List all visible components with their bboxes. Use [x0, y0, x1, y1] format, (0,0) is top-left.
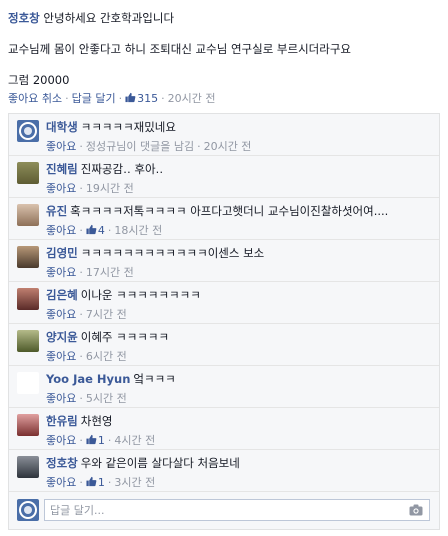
comment-item: 김은혜 이나운 ㅋㅋㅋㅋㅋㅋㅋㅋ 좋아요 · 7시간 전 — [9, 282, 439, 324]
reply-row — [9, 490, 439, 530]
comment-item: 김영민 ㅋㅋㅋㅋㅋㅋㅋㅋㅋㅋㅋㅋ이센스 보소 좋아요 · 17시간 전 — [9, 240, 439, 282]
comment-item: 양지윤 이혜주 ㅋㅋㅋㅋㅋ 좋아요 · 6시간 전 — [9, 324, 439, 366]
comment-like-count-value: 1 — [97, 476, 105, 489]
comment-author[interactable]: 김영민 — [46, 246, 78, 260]
comment-list: 대학생 ㅋㅋㅋㅋㅋ재밌네요 좋아요 · 정성규님이 댓글을 남김 · 20시간 전 진혜림… — [8, 113, 440, 530]
avatar[interactable] — [17, 120, 39, 142]
avatar — [17, 499, 39, 521]
thumbs-up-icon — [86, 224, 97, 235]
comment-like-count-value: 4 — [97, 224, 105, 237]
comment-item: 정호창 우와 같은이름 살다살다 처음보네 좋아요 · 1 · 3시간 전 — [9, 450, 439, 492]
post-text-line3: 그럼 20000 — [8, 73, 70, 87]
comment-reply-note[interactable]: 정성규님이 댓글을 남김 — [86, 140, 194, 153]
post-text-line1: 안녕하세요 간호학과입니다 — [43, 11, 175, 25]
comment-text: 이나운 ㅋㅋㅋㅋㅋㅋㅋㅋ — [80, 288, 201, 302]
avatar[interactable] — [17, 162, 39, 184]
comment-time[interactable]: 18시간 전 — [114, 224, 162, 237]
comment-like-link[interactable]: 좋아요 — [46, 350, 76, 363]
comment-time[interactable]: 4시간 전 — [114, 434, 155, 447]
thumbs-up-icon — [86, 476, 97, 487]
comment-like-count[interactable]: 4 — [86, 224, 105, 237]
comment-author[interactable]: 대학생 — [46, 120, 78, 134]
comment-author[interactable]: Yoo Jae Hyun — [46, 372, 130, 386]
comment-text: 차현영 — [80, 414, 113, 428]
comment-time[interactable]: 3시간 전 — [114, 476, 155, 489]
thumbs-up-icon — [86, 434, 97, 445]
avatar[interactable] — [17, 246, 39, 268]
comment-text: 혹ㅋㅋㅋㅋ저톡ㅋㅋㅋㅋ 아프다고햇더니 교수님이진찰하셧어여.... — [70, 204, 389, 218]
comment-text: ㅋㅋㅋㅋㅋㅋㅋㅋㅋㅋㅋㅋ이센스 보소 — [80, 246, 265, 260]
comment-text: ㅋㅋㅋㅋㅋ재밌네요 — [80, 120, 176, 134]
unlike-link[interactable]: 좋아요 취소 — [8, 92, 62, 105]
like-count-value: 315 — [137, 92, 159, 105]
reply-box — [44, 499, 430, 521]
comment-text: 이혜주 ㅋㅋㅋㅋㅋ — [80, 330, 170, 344]
comment-item: 진혜림 진짜공감‥ 후아‥ 좋아요 · 19시간 전 — [9, 156, 439, 198]
comment-author[interactable]: 한유림 — [46, 414, 78, 428]
comment-text: 엌ㅋㅋㅋ — [133, 372, 176, 386]
like-count[interactable]: 315 — [125, 92, 158, 105]
comment-author[interactable]: 유진 — [46, 204, 67, 218]
thumbs-up-icon — [125, 92, 136, 103]
comment-time[interactable]: 19시간 전 — [86, 182, 134, 195]
comment-author[interactable]: 양지윤 — [46, 330, 78, 344]
comment-like-count[interactable]: 1 — [86, 476, 105, 489]
post-text-line2: 교수님께 몸이 안좋다고 하니 조퇴대신 교수님 연구실로 부르시더라구요 — [8, 42, 351, 56]
comment-author[interactable]: 정호창 — [46, 456, 78, 470]
comment-text: 우와 같은이름 살다살다 처음보네 — [80, 456, 240, 470]
comment-item: 대학생 ㅋㅋㅋㅋㅋ재밌네요 좋아요 · 정성규님이 댓글을 남김 · 20시간 전 — [9, 114, 439, 156]
comment-like-link[interactable]: 좋아요 — [46, 308, 76, 321]
comment-author[interactable]: 김은혜 — [46, 288, 78, 302]
post-actions: 좋아요 취소 · 답글 달기 · 315 · 20시간 전 — [8, 92, 216, 105]
comment-time[interactable]: 17시간 전 — [86, 266, 134, 279]
comment-like-link[interactable]: 좋아요 — [46, 224, 76, 237]
avatar[interactable] — [17, 456, 39, 478]
university-logo-icon — [19, 122, 37, 140]
comment-like-link[interactable]: 좋아요 — [46, 140, 76, 153]
avatar[interactable] — [17, 414, 39, 436]
avatar[interactable] — [17, 204, 39, 226]
comment-time[interactable]: 5시간 전 — [86, 392, 127, 405]
avatar[interactable] — [17, 372, 39, 394]
comment-item: 한유림 차현영 좋아요 · 1 · 4시간 전 — [9, 408, 439, 450]
post-time[interactable]: 20시간 전 — [168, 92, 216, 105]
comment-time[interactable]: 20시간 전 — [204, 140, 252, 153]
post-author[interactable]: 정호창 — [8, 11, 40, 25]
comment-like-link[interactable]: 좋아요 — [46, 182, 76, 195]
comment-like-link[interactable]: 좋아요 — [46, 476, 76, 489]
reply-link[interactable]: 답글 달기 — [72, 92, 116, 105]
avatar[interactable] — [17, 330, 39, 352]
post-first-line: 정호창 안녕하세요 간호학과입니다 — [8, 10, 174, 26]
comment-like-link[interactable]: 좋아요 — [46, 266, 76, 279]
camera-icon[interactable] — [409, 504, 423, 516]
comment-text: 진짜공감‥ 후아‥ — [80, 162, 164, 176]
university-logo-icon — [19, 501, 37, 519]
comment-like-count[interactable]: 1 — [86, 434, 105, 447]
comment-like-link[interactable]: 좋아요 — [46, 434, 76, 447]
comment-item: 유진 혹ㅋㅋㅋㅋ저톡ㅋㅋㅋㅋ 아프다고햇더니 교수님이진찰하셧어여.... 좋아요… — [9, 198, 439, 240]
comment-time[interactable]: 6시간 전 — [86, 350, 127, 363]
avatar[interactable] — [17, 288, 39, 310]
comment-item: Yoo Jae Hyun 엌ㅋㅋㅋ 좋아요 · 5시간 전 — [9, 366, 439, 408]
comment-like-count-value: 1 — [97, 434, 105, 447]
comment-author[interactable]: 진혜림 — [46, 162, 78, 176]
comment-time[interactable]: 7시간 전 — [86, 308, 127, 321]
reply-input[interactable] — [45, 500, 385, 520]
comment-like-link[interactable]: 좋아요 — [46, 392, 76, 405]
